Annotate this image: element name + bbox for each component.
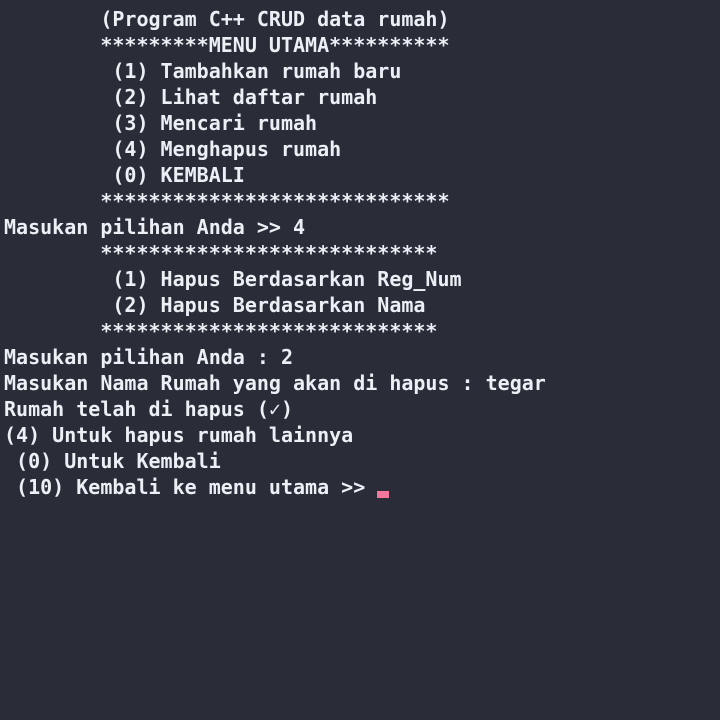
house-name-prompt-line: Masukan Nama Rumah yang akan di hapus : … xyxy=(4,371,546,395)
delete-menu-separator-bottom: **************************** xyxy=(4,319,438,343)
menu-option-delete-house: (4) Menghapus rumah xyxy=(4,137,342,161)
menu-separator-line: ***************************** xyxy=(4,189,450,213)
delete-choice-prompt-line: Masukan pilihan Anda : 2 xyxy=(4,345,293,369)
option-delete-another: (4) Untuk hapus rumah lainnya xyxy=(4,423,354,447)
menu-option-search-house: (3) Mencari rumah xyxy=(4,111,318,135)
program-title-line: (Program C++ CRUD data rumah) xyxy=(4,7,450,31)
input-prompt-line[interactable]: (10) Kembali ke menu utama >> xyxy=(4,474,720,500)
main-menu-header-line: *********MENU UTAMA********** xyxy=(4,33,450,57)
delete-option-by-reg-num: (1) Hapus Berdasarkan Reg_Num xyxy=(4,267,462,291)
return-main-menu-prompt: (10) Kembali ke menu utama >> xyxy=(4,475,378,499)
delete-menu-separator-top: **************************** xyxy=(4,241,438,265)
text-cursor xyxy=(377,491,390,498)
option-back: (0) Untuk Kembali xyxy=(4,449,221,473)
menu-option-back: (0) KEMBALI xyxy=(4,163,245,187)
choice-prompt-line: Masukan pilihan Anda >> 4 xyxy=(4,215,306,239)
delete-option-by-name: (2) Hapus Berdasarkan Nama xyxy=(4,293,426,317)
terminal-window[interactable]: (Program C++ CRUD data rumah) *********M… xyxy=(0,0,720,720)
delete-success-message: Rumah telah di hapus (✓) xyxy=(4,397,293,421)
menu-option-list-houses: (2) Lihat daftar rumah xyxy=(4,85,378,109)
menu-option-add-house: (1) Tambahkan rumah baru xyxy=(4,59,402,83)
